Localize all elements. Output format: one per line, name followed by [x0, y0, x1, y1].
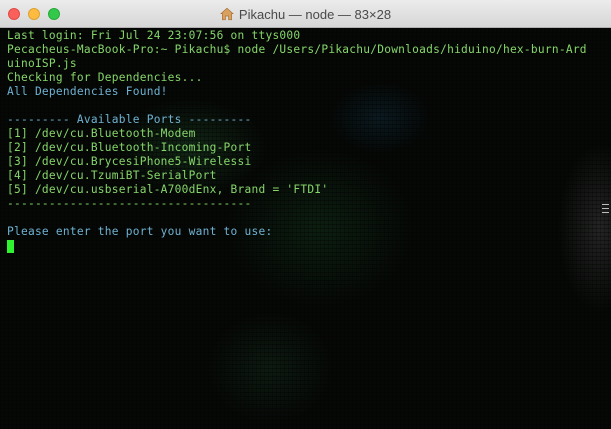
- terminal-line: [5] /dev/cu.usbserial-A700dEnx, Brand = …: [7, 183, 329, 196]
- terminal-line: [1] /dev/cu.Bluetooth-Modem: [7, 127, 196, 140]
- terminal-output-area[interactable]: Last login: Fri Jul 24 23:07:56 on ttys0…: [0, 28, 611, 429]
- terminal-line: -----------------------------------: [7, 197, 252, 210]
- terminal-line: Checking for Dependencies...: [7, 71, 203, 84]
- home-folder-icon: [220, 7, 234, 21]
- terminal-window: Pikachu — node — 83×28 Last login: Fri J…: [0, 0, 611, 429]
- terminal-line: --------- Available Ports ---------: [7, 113, 252, 126]
- terminal-line: Pecacheus-MacBook-Pro:~ Pikachu$ node /U…: [7, 43, 587, 56]
- title-bar[interactable]: Pikachu — node — 83×28: [0, 0, 611, 28]
- terminal-line: Last login: Fri Jul 24 23:07:56 on ttys0…: [7, 29, 301, 42]
- terminal-line: Please enter the port you want to use:: [7, 225, 273, 238]
- terminal-line: All Dependencies Found!: [7, 85, 168, 98]
- terminal-line: [4] /dev/cu.TzumiBT-SerialPort: [7, 169, 217, 182]
- window-title-area: Pikachu — node — 83×28: [0, 0, 611, 28]
- terminal-line: [3] /dev/cu.BrycesiPhone5-Wirelessi: [7, 155, 252, 168]
- terminal-line: uinoISP.js: [7, 57, 77, 70]
- terminal-text: Last login: Fri Jul 24 23:07:56 on ttys0…: [7, 29, 587, 253]
- vertical-scrollbar[interactable]: [607, 28, 611, 429]
- text-cursor: [7, 240, 14, 253]
- terminal-line: [2] /dev/cu.Bluetooth-Incoming-Port: [7, 141, 252, 154]
- window-title: Pikachu — node — 83×28: [238, 6, 392, 22]
